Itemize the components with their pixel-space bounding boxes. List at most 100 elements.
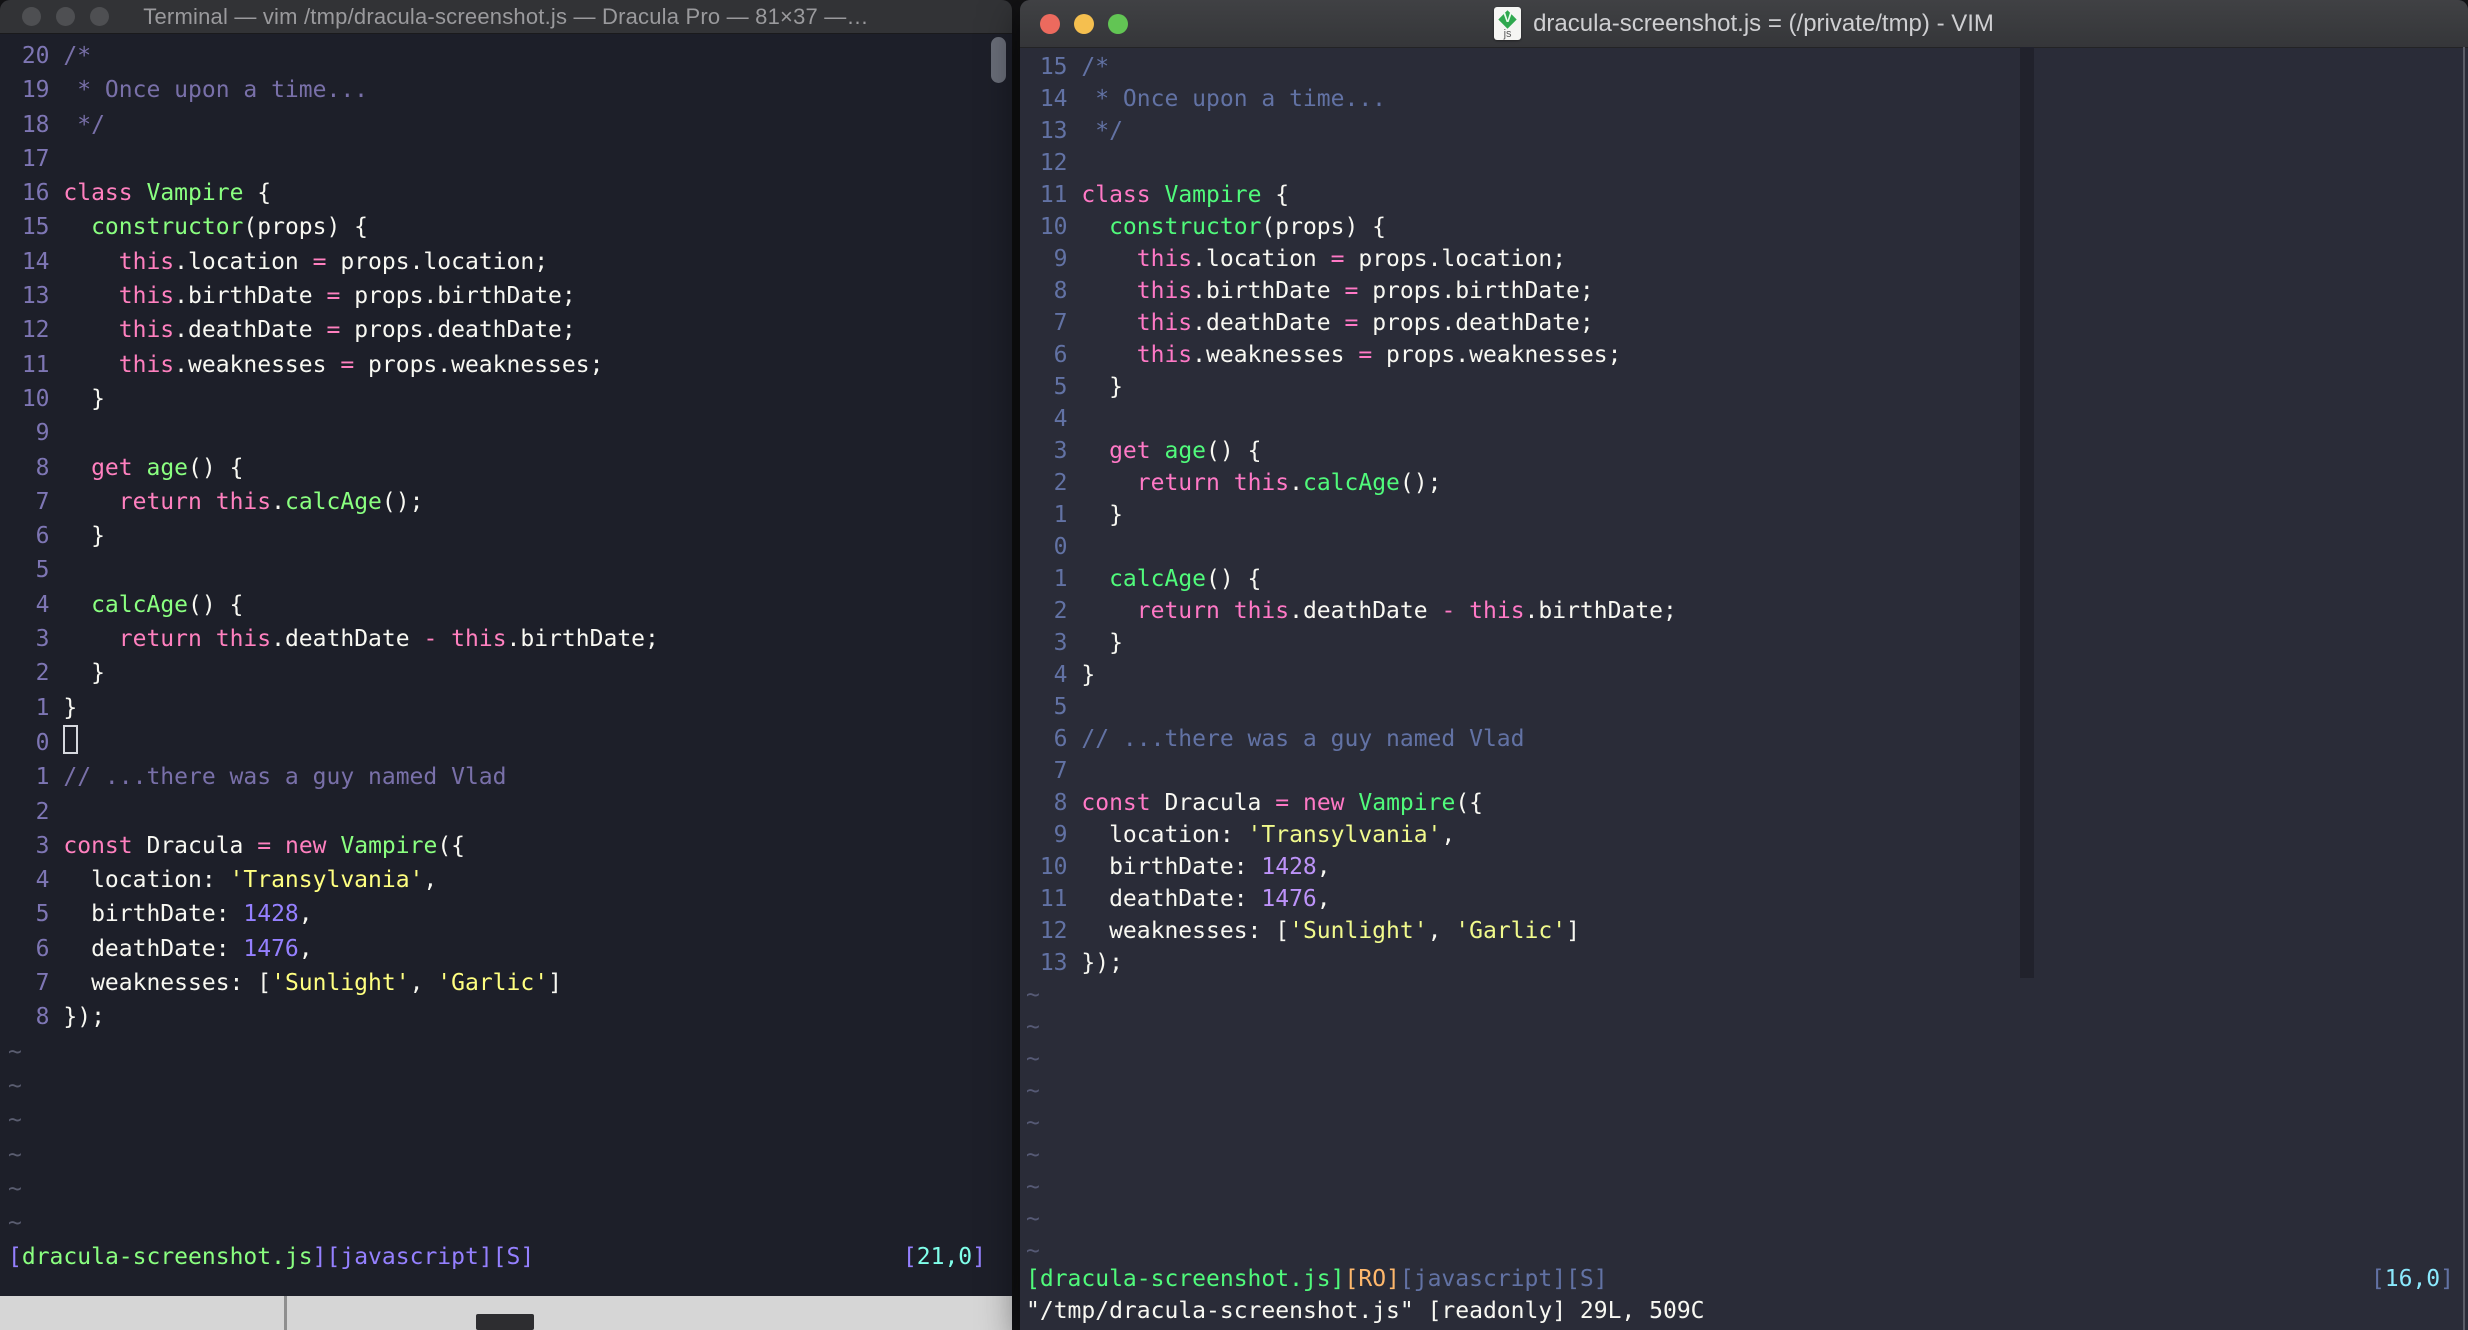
code-line: 1 calcAge() { <box>1026 563 2468 595</box>
code-line: 15 constructor(props) { <box>8 210 1012 244</box>
zoom-button-icon[interactable] <box>90 7 109 26</box>
code-area-right[interactable]: 15/* 14 * Once upon a time... 13 */12 11 cla… <box>1020 47 2468 1267</box>
code-area-left[interactable]: 20/* 19 * Once upon a time... 18 */17 16 cla… <box>0 33 1012 1240</box>
line-number: 1 <box>1053 566 1068 592</box>
line-number: 8 <box>35 454 50 481</box>
code-line: 3 const Dracula = new Vampire({ <box>8 829 1012 863</box>
code-line: 19 * Once upon a time... <box>8 73 1012 107</box>
close-button-icon[interactable] <box>22 7 41 26</box>
line-number: 8 <box>1053 278 1068 304</box>
zoom-button-icon[interactable] <box>1108 13 1128 34</box>
code-line: 17 <box>8 142 1012 176</box>
vim-statusline-right: [dracula-screenshot.js][RO][javascript][… <box>1026 1266 1608 1292</box>
line-number: 16 <box>21 180 50 207</box>
terminal-titlebar[interactable]: Terminal — vim /tmp/dracula-screenshot.j… <box>0 0 1012 34</box>
code-line: 14 this.location = props.location; <box>8 245 1012 279</box>
macvim-titlebar[interactable]: V js dracula-screenshot.js = (/private/t… <box>1020 0 2468 48</box>
empty-buffer-line: ~ <box>1026 1110 1040 1136</box>
code-line: 5 <box>1026 691 2468 723</box>
code-line: 9 this.location = props.location; <box>1026 243 2468 275</box>
empty-buffer-line: ~ <box>1026 1238 1040 1264</box>
line-number: 1 <box>35 764 50 791</box>
line-number: 13 <box>21 283 50 310</box>
line-number: 2 <box>1053 598 1068 624</box>
empty-buffer-line: ~ <box>1026 1142 1040 1168</box>
line-number: 3 <box>35 626 50 653</box>
line-number: 12 <box>21 317 50 344</box>
line-number: 6 <box>1053 342 1068 368</box>
line-number: 18 <box>21 111 50 138</box>
code-line: 4 location: 'Transylvania', <box>8 863 1012 897</box>
vim-command-line: "/tmp/dracula-screenshot.js" [readonly] … <box>1026 1298 1705 1324</box>
code-line: 13 this.birthDate = props.birthDate; <box>8 279 1012 313</box>
vim-statusline-left: [dracula-screenshot.js][javascript][S] <box>8 1244 535 1270</box>
code-line: 16 class Vampire { <box>8 176 1012 210</box>
line-number: 14 <box>21 248 50 275</box>
line-number: 10 <box>21 385 50 412</box>
code-line: 8 this.birthDate = props.birthDate; <box>1026 275 2468 307</box>
line-number: 7 <box>35 488 50 515</box>
line-number: 0 <box>35 729 50 756</box>
code-line: 1// ...there was a guy named Vlad <box>8 760 1012 794</box>
minimize-button-icon[interactable] <box>1074 13 1094 34</box>
code-line: 4 calcAge() { <box>8 588 1012 622</box>
line-number: 6 <box>1053 726 1068 752</box>
vim-cursor <box>63 724 79 754</box>
code-line: 0 <box>8 724 1012 760</box>
code-line: 7 weaknesses: ['Sunlight', 'Garlic'] <box>8 966 1012 1000</box>
code-line: 3 get age() { <box>1026 435 2468 467</box>
empty-buffer-line: ~ <box>1026 982 1040 1008</box>
macvim-window-title: dracula-screenshot.js = (/private/tmp) -… <box>1533 9 1994 37</box>
line-number: 7 <box>1053 758 1068 784</box>
code-line: 1 } <box>1026 499 2468 531</box>
code-line: 10 constructor(props) { <box>1026 211 2468 243</box>
cursor-position-right: [16,0] <box>2370 1266 2454 1292</box>
line-number: 6 <box>35 523 50 550</box>
code-line: 3 return this.deathDate - this.birthDate… <box>8 622 1012 656</box>
line-number: 5 <box>1053 694 1068 720</box>
background-divider-line <box>284 1296 287 1330</box>
line-number: 1 <box>1053 502 1068 528</box>
line-number: 4 <box>35 867 50 894</box>
code-line: 6// ...there was a guy named Vlad <box>1026 723 2468 755</box>
line-number: 7 <box>35 970 50 997</box>
line-number: 3 <box>1053 630 1068 656</box>
line-number: 0 <box>1053 534 1068 560</box>
line-number: 15 <box>1039 54 1068 80</box>
document-icon: V js <box>1494 7 1522 40</box>
code-line: 6 deathDate: 1476, <box>8 932 1012 966</box>
code-line: 2 <box>8 795 1012 829</box>
empty-buffer-line: ~ <box>1026 1206 1040 1232</box>
code-line: 8 get age() { <box>8 451 1012 485</box>
line-number: 2 <box>35 660 50 687</box>
code-line: 7 this.deathDate = props.deathDate; <box>1026 307 2468 339</box>
code-line: 5 birthDate: 1428, <box>8 897 1012 931</box>
code-line: 12 weaknesses: ['Sunlight', 'Garlic'] <box>1026 915 2468 947</box>
code-line: 11 deathDate: 1476, <box>1026 883 2468 915</box>
line-number: 8 <box>1053 790 1068 816</box>
code-line: 9 location: 'Transylvania', <box>1026 819 2468 851</box>
code-line: 1} <box>8 691 1012 725</box>
code-line: 11 this.weaknesses = props.weaknesses; <box>8 348 1012 382</box>
code-line: 5 <box>8 553 1012 587</box>
line-number: 19 <box>21 77 50 104</box>
traffic-lights <box>1020 0 1128 47</box>
line-number: 1 <box>35 694 50 721</box>
code-line: 4 <box>1026 403 2468 435</box>
line-number: 8 <box>35 1004 50 1031</box>
line-number: 9 <box>35 420 50 447</box>
scrollbar-thumb[interactable] <box>991 37 1006 83</box>
code-line: 10 birthDate: 1428, <box>1026 851 2468 883</box>
line-number: 13 <box>1039 950 1068 976</box>
code-line: 13 */ <box>1026 115 2468 147</box>
empty-buffer-line: ~ <box>8 1072 22 1099</box>
line-number: 4 <box>1053 662 1068 688</box>
close-button-icon[interactable] <box>1040 13 1060 34</box>
minimize-button-icon[interactable] <box>56 7 75 26</box>
code-line: 0 <box>1026 531 2468 563</box>
line-number: 10 <box>1039 214 1068 240</box>
empty-buffer-line: ~ <box>1026 1046 1040 1072</box>
empty-buffer-line: ~ <box>8 1175 22 1202</box>
line-number: 5 <box>1053 374 1068 400</box>
code-line: 7 return this.calcAge(); <box>8 485 1012 519</box>
